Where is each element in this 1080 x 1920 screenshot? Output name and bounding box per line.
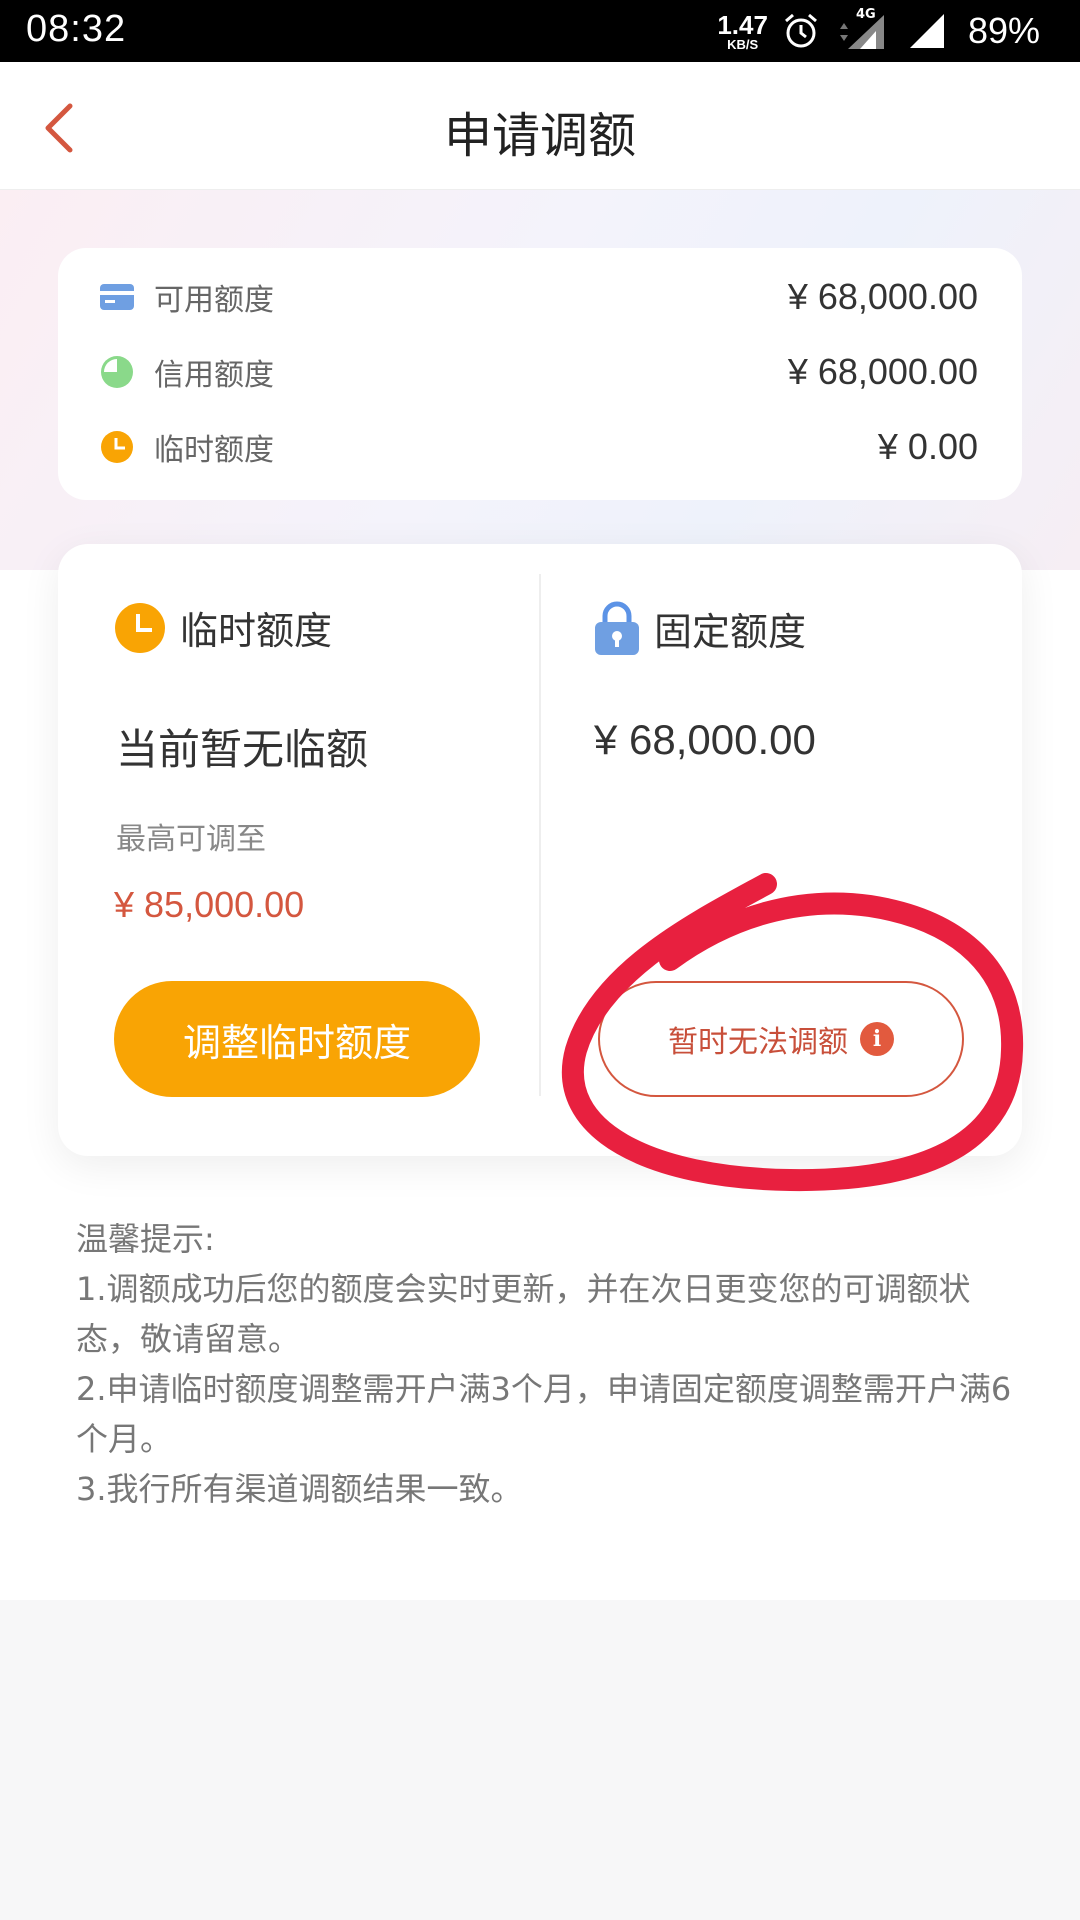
tips-title: 温馨提示: bbox=[76, 1220, 215, 1258]
info-icon[interactable]: i bbox=[860, 1022, 894, 1056]
status-bar: 08:32 1.47 KB/S 4G 89% bbox=[0, 0, 1080, 62]
card-icon bbox=[100, 280, 134, 314]
limit-adjust-card: 临时额度 当前暂无临额 最高可调至 ¥ 85,000.00 调整临时额度 固定额… bbox=[58, 544, 1022, 1156]
adjust-unavailable-button[interactable]: 暂时无法调额 i bbox=[598, 981, 964, 1097]
tips-item: 3.我行所有渠道调额结果一致。 bbox=[76, 1470, 523, 1508]
adjust-temporary-limit-button[interactable]: 调整临时额度 bbox=[114, 981, 480, 1097]
clock-icon bbox=[100, 430, 134, 464]
fixed-heading: 固定额度 bbox=[594, 600, 806, 656]
temporary-max-value: ¥ 85,000.00 bbox=[114, 884, 305, 925]
network-speed: 1.47 KB/S bbox=[717, 9, 768, 52]
tips-section: 温馨提示: 1.调额成功后您的额度会实时更新，并在次日更变您的可调额状态，敬请留… bbox=[76, 1214, 1016, 1514]
summary-row-available: 可用额度 ¥ 68,000.00 bbox=[100, 272, 978, 322]
status-icons: 1.47 KB/S 4G 89% bbox=[717, 6, 1040, 56]
page-header: 申请调额 bbox=[0, 62, 1080, 190]
tips-item: 1.调额成功后您的额度会实时更新，并在次日更变您的可调额状态，敬请留意。 bbox=[76, 1270, 971, 1358]
temporary-heading: 临时额度 bbox=[114, 600, 332, 655]
summary-row-temporary: 临时额度 ¥ 0.00 bbox=[100, 422, 978, 472]
signal-icon bbox=[909, 14, 944, 48]
pie-icon bbox=[100, 355, 134, 389]
credit-summary-card: 可用额度 ¥ 68,000.00 信用额度 ¥ 68,000.00 临时额度 ¥… bbox=[58, 248, 1022, 500]
summary-row-credit: 信用额度 ¥ 68,000.00 bbox=[100, 347, 978, 397]
temporary-max-label: 最高可调至 bbox=[116, 822, 266, 857]
card-divider bbox=[539, 574, 541, 1096]
temporary-current-status: 当前暂无临额 bbox=[116, 725, 369, 774]
alarm-icon bbox=[784, 13, 817, 48]
status-time: 08:32 bbox=[26, 8, 127, 50]
page-title: 申请调额 bbox=[443, 108, 636, 164]
battery-level: 89% bbox=[967, 10, 1040, 51]
clock-icon bbox=[115, 602, 165, 653]
tips-item: 2.申请临时额度调整需开户满3个月，申请固定额度调整需开户满6个月。 bbox=[76, 1370, 1012, 1458]
lock-icon bbox=[595, 601, 639, 655]
fixed-amount: ¥ 68,000.00 bbox=[594, 716, 816, 763]
cell-4g-icon: 4G bbox=[834, 7, 894, 51]
